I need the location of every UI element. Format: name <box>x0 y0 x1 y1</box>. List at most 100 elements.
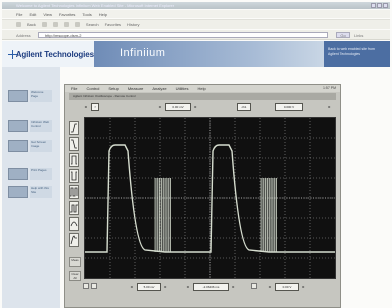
increase-icon[interactable]: ▸ <box>163 284 168 290</box>
increase-icon[interactable]: ▸ <box>231 284 236 290</box>
address-bar: Address http://mscope-dsm-2 Go Links <box>2 30 390 40</box>
banner-link[interactable]: Back to web enabled site from Agilent Te… <box>324 41 390 67</box>
scope-menu-file[interactable]: File <box>71 86 77 91</box>
address-label: Address <box>16 33 31 38</box>
trigger-slope-field[interactable]: f <box>91 103 99 111</box>
menu-help[interactable]: Help <box>99 12 107 17</box>
waveform-display[interactable] <box>84 117 336 279</box>
tool-amplitude-button[interactable] <box>69 217 79 231</box>
scope-menu-analyze[interactable]: Analyze <box>152 86 166 91</box>
increase-icon[interactable]: ▸ <box>327 104 332 110</box>
scope-menu-setup[interactable]: Setup <box>108 86 118 91</box>
level-field[interactable]: 0.000 V <box>275 103 303 111</box>
timebase-field[interactable]: 5.00 ns/ <box>137 283 161 291</box>
decrease-icon[interactable]: ◂ <box>157 104 162 110</box>
decrease-icon[interactable]: ◂ <box>185 284 190 290</box>
site-banner: Agilent Technologies Infiniium Back to w… <box>2 41 390 67</box>
sidebar-item-label: Welcome Page <box>30 90 52 102</box>
sidebar-item-print[interactable]: Print Pages <box>8 167 54 181</box>
close-icon[interactable] <box>383 3 388 8</box>
forward-icon[interactable] <box>41 22 47 27</box>
tool-frequency-button[interactable] <box>69 201 79 215</box>
channel-field[interactable]: ch1 <box>237 103 251 111</box>
meas-button[interactable]: Meas <box>69 257 81 267</box>
zoom-icon[interactable] <box>251 283 257 289</box>
scope-toolbox: Meas Clear All <box>69 121 81 301</box>
position-field[interactable]: -2.06436 ms <box>193 283 229 291</box>
period-icon <box>70 187 78 197</box>
menu-file[interactable]: File <box>16 12 22 17</box>
maximize-icon[interactable] <box>377 3 382 8</box>
window-controls <box>371 3 388 8</box>
browser-window: Welcome to Agilent Technologies Infiniiu… <box>0 0 392 308</box>
reference-field[interactable]: 0.00 V <box>275 283 299 291</box>
minimize-icon[interactable] <box>371 3 376 8</box>
sidebar-item-label: Help with this Site <box>30 186 52 198</box>
sidebar-item-welcome[interactable]: Welcome Page <box>8 89 54 103</box>
tool-period-button[interactable] <box>69 185 79 199</box>
stop-icon[interactable] <box>52 22 58 27</box>
links-button[interactable]: Links <box>354 33 363 38</box>
site-sidebar: Welcome Page Infiniium Web Control Get S… <box>2 67 60 308</box>
decrease-icon[interactable]: ◂ <box>267 284 272 290</box>
fall-time-icon <box>71 139 77 149</box>
scope-status-bar: Agilent Infiniium Oscilloscope - Remote … <box>69 93 336 100</box>
scope-menu-measure[interactable]: Measure <box>128 86 144 91</box>
amplitude-icon <box>70 221 78 227</box>
address-input[interactable]: http://mscope-dsm-2 <box>38 32 328 38</box>
overshoot-icon <box>70 235 77 245</box>
back-button[interactable]: Back <box>27 22 36 27</box>
back-icon[interactable] <box>16 22 21 27</box>
refresh-icon[interactable] <box>63 22 69 27</box>
clear-all-button[interactable]: Clear All <box>69 271 81 281</box>
product-header: Infiniium <box>94 41 324 67</box>
thumbnail-icon <box>8 186 28 198</box>
browser-title-bar: Welcome to Agilent Technologies Infiniiu… <box>2 2 390 9</box>
scope-menu-bar: File Control Setup Measure Analyze Utili… <box>65 85 340 92</box>
tool-rise-time-button[interactable] <box>69 121 79 135</box>
waveform-graticule <box>85 118 335 278</box>
go-button[interactable]: Go <box>336 32 350 38</box>
decrease-icon[interactable]: ◂ <box>83 104 88 110</box>
tool-overshoot-button[interactable] <box>69 233 79 247</box>
oscilloscope-window: File Control Setup Measure Analyze Utili… <box>64 84 341 308</box>
favorites-button[interactable]: Favorites <box>105 22 121 27</box>
thumbnail-icon <box>8 168 28 180</box>
home-icon[interactable] <box>74 22 80 27</box>
menu-tools[interactable]: Tools <box>82 12 91 17</box>
history-button[interactable]: History <box>127 22 139 27</box>
tool-fall-time-button[interactable] <box>69 137 79 151</box>
menu-favorites[interactable]: Favorites <box>59 12 75 17</box>
tool-neg-width-button[interactable] <box>69 169 79 183</box>
menu-edit[interactable]: Edit <box>29 12 36 17</box>
sidebar-item-web-control[interactable]: Infiniium Web Control <box>8 119 54 133</box>
thumbnail-icon <box>8 120 28 132</box>
sidebar-item-label: Get Screen Image <box>30 140 52 152</box>
rise-time-icon <box>71 123 77 133</box>
scope-menu-help[interactable]: Help <box>198 86 206 91</box>
thumbnail-icon <box>8 140 28 152</box>
menu-view[interactable]: View <box>43 12 52 17</box>
browser-menu-bar: File Edit View Favorites Tools Help <box>2 10 390 18</box>
stop-icon[interactable] <box>91 283 97 289</box>
scope-menu-control[interactable]: Control <box>86 86 99 91</box>
scope-bottom-controls: ◂ 5.00 ns/ ▸ ◂ -2.06436 ms ▸ ◂ 0.00 V ▸ <box>81 281 337 305</box>
window-title: Welcome to Agilent Technologies Infiniiu… <box>16 3 175 8</box>
increase-icon[interactable]: ▸ <box>193 104 198 110</box>
decrease-icon[interactable]: ◂ <box>129 284 134 290</box>
sidebar-item-screen-image[interactable]: Get Screen Image <box>8 139 54 153</box>
company-name: Agilent Technologies <box>15 49 94 59</box>
increase-icon[interactable]: ▸ <box>301 284 306 290</box>
run-icon[interactable] <box>83 283 89 289</box>
browser-toolbar: Back Search Favorites History <box>2 19 390 29</box>
offset-field[interactable]: 0.00 mV <box>165 103 191 111</box>
product-name: Infiniium <box>120 47 166 59</box>
agilent-spark-icon <box>8 49 13 59</box>
search-button[interactable]: Search <box>86 22 99 27</box>
sidebar-item-help[interactable]: Help with this Site <box>8 185 54 199</box>
scope-clock: 1:57 PM <box>322 86 336 90</box>
tool-pulse-width-button[interactable] <box>69 153 79 167</box>
scope-menu-utilities[interactable]: Utilities <box>176 86 189 91</box>
thumbnail-icon <box>8 90 28 102</box>
agilent-logo[interactable]: Agilent Technologies <box>2 41 94 67</box>
